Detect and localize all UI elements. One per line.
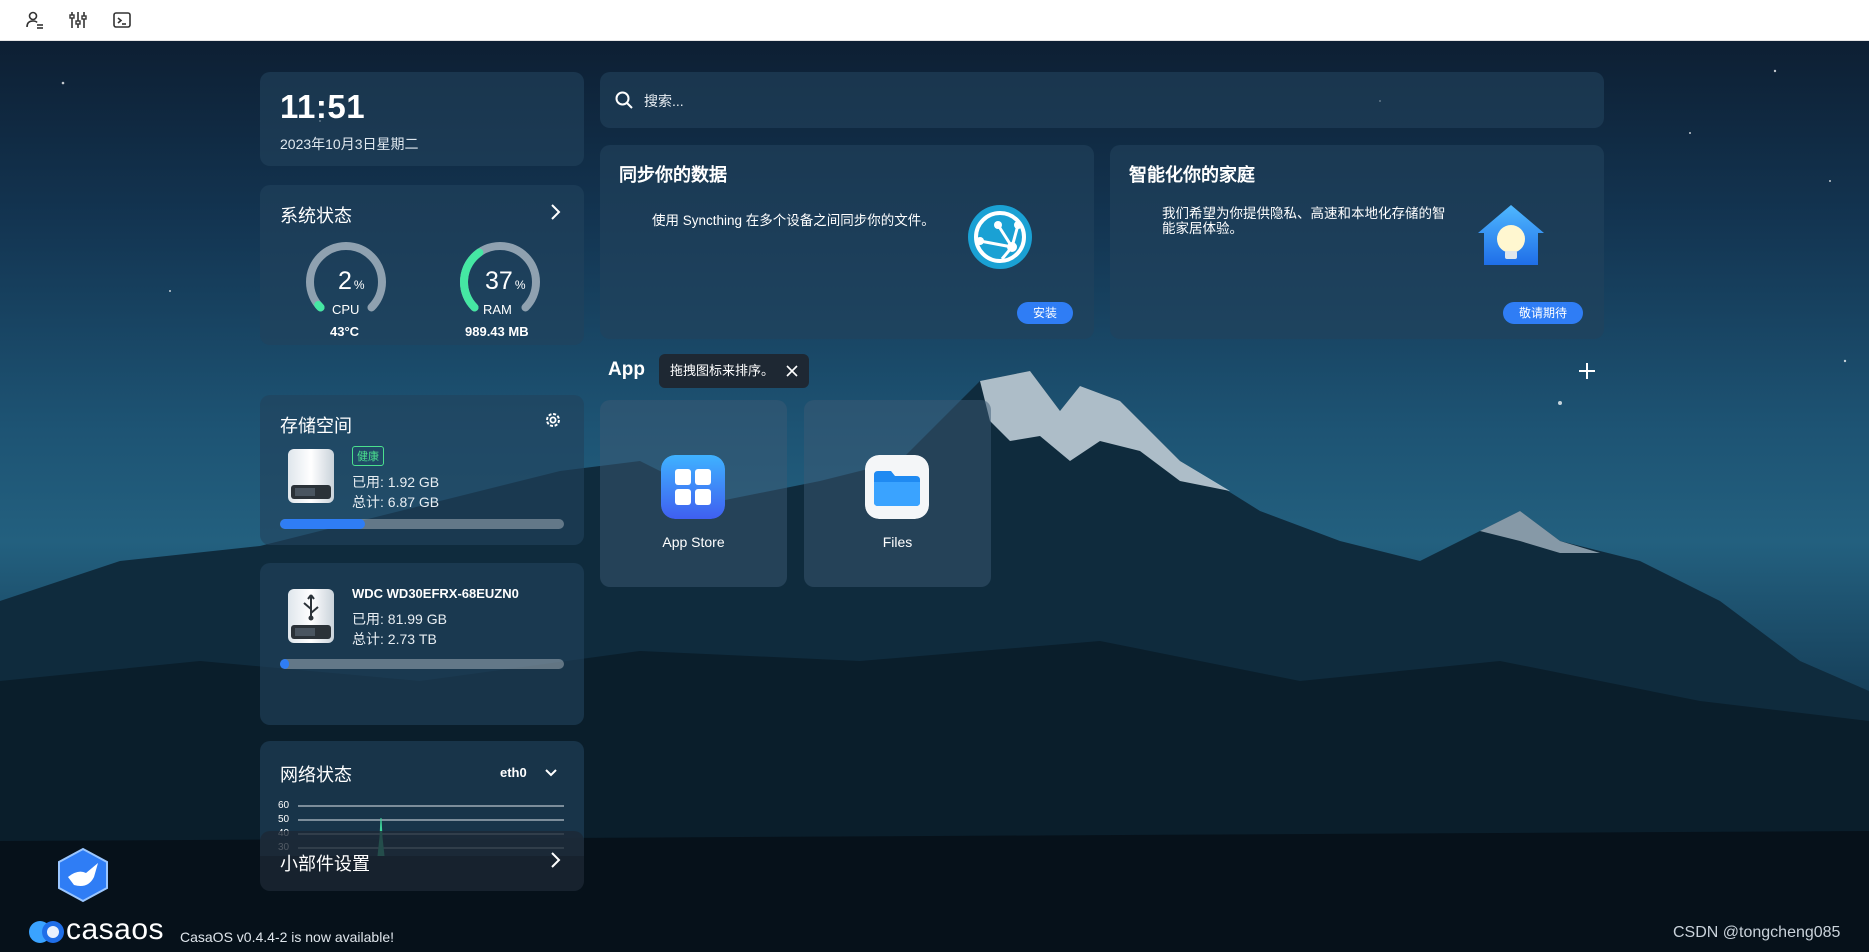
hard-drive-icon [288,449,334,503]
smart-home-desc-line: 能家居体验。 [1162,221,1243,236]
smart-home-desc-line: 我们希望为你提供隐私、高速和本地化存储的智 [1162,206,1446,221]
app-name: App Store [662,534,725,550]
smart-home-card-title: 智能化你的家庭 [1129,165,1255,185]
syncthing-icon [968,205,1032,269]
system-status-widget: 系统状态 2% CPU 43°C 37% RAM 989.43 MB [260,185,584,345]
storage-usage-bar [280,519,564,529]
interface-label: eth0 [500,765,527,780]
storage-total: 总计: 6.87 GB [352,494,440,510]
widget-settings-label: 小部件设置 [280,854,370,874]
close-icon[interactable] [786,365,798,377]
app-tile-files[interactable]: Files [804,400,991,587]
usb-disk-used: 已用: 81.99 GB [352,611,447,627]
cpu-value: 2% [338,267,365,295]
chevron-right-icon [551,852,561,868]
chevron-down-icon [545,769,557,777]
storage-title: 存储空间 [280,416,352,436]
usb-disk-total: 总计: 2.73 TB [352,631,437,647]
cpu-label: CPU [332,302,360,317]
bird-logo-icon[interactable] [56,847,110,903]
network-title: 网络状态 [280,765,352,785]
search-icon [615,91,633,109]
sync-card-title: 同步你的数据 [619,165,727,185]
search-bar [600,72,1604,128]
widget-settings-button[interactable]: 小部件设置 [260,831,584,891]
sync-card: 同步你的数据 使用 Syncthing 在多个设备之间同步你的文件。 安装 [600,145,1094,339]
app-tile-app-store[interactable]: App Store [600,400,787,587]
sort-hint-text: 拖拽图标来排序。 [670,363,775,378]
gear-icon[interactable] [543,410,563,430]
system-status-title: 系统状态 [280,206,352,226]
clock-date: 2023年10月3日星期二 [280,136,419,152]
storage-usage-fill [280,519,366,529]
app-name: Files [882,534,913,550]
usb-disk-usage-bar [280,659,564,669]
usb-disk-name: WDC WD30EFRX-68EUZN0 [352,586,519,601]
health-badge: 健康 [352,446,384,466]
terminal-icon[interactable] [111,9,133,31]
cpu-temperature: 43°C [330,324,360,339]
clock-widget: 11:51 2023年10月3日星期二 [260,72,584,166]
ram-value: 37% [485,267,526,295]
coming-soon-button[interactable]: 敬请期待 [1503,302,1583,324]
smart-home-card-description: 我们希望为你提供隐私、高速和本地化存储的智 能家居体验。 [1162,206,1446,236]
watermark: CSDN @tongcheng085 [1673,924,1841,941]
ram-used: 989.43 MB [465,324,529,339]
add-app-icon[interactable] [1577,361,1597,381]
install-button[interactable]: 安装 [1017,302,1073,324]
search-input[interactable] [642,89,1546,113]
y-tick: 50 [278,814,290,825]
smart-bulb-icon [1478,205,1544,265]
usb-disk-widget: WDC WD30EFRX-68EUZN0 已用: 81.99 GB 总计: 2.… [260,563,584,725]
casaos-logo-text: casaos [66,913,165,946]
y-tick: 60 [278,800,290,811]
storage-widget: 存储空间 健康 已用: 1.92 GB 总计: 6.87 GB [260,395,584,545]
user-settings-icon[interactable] [24,9,46,31]
ram-label: RAM [483,302,512,317]
chevron-right-icon[interactable] [545,202,565,222]
app-store-icon [661,455,725,519]
apps-title: App [608,359,645,380]
casaos-logo-icon [29,921,64,943]
usb-drive-icon [288,589,334,643]
update-notice[interactable]: CasaOS v0.4.4-2 is now available! [180,929,394,945]
clock-time: 11:51 [280,88,366,125]
interface-select[interactable]: eth0 [500,765,557,780]
usb-disk-usage-fill [280,659,289,669]
smart-home-card: 智能化你的家庭 我们希望为你提供隐私、高速和本地化存储的智 能家居体验。 敬请期待 [1110,145,1604,339]
storage-used: 已用: 1.92 GB [352,474,440,490]
sync-card-description: 使用 Syncthing 在多个设备之间同步你的文件。 [652,213,935,228]
desktop: 11:51 2023年10月3日星期二 系统状态 2% CPU 43°C 37%… [0,41,1869,952]
sort-hint-tooltip: 拖拽图标来排序。 [659,354,809,388]
folder-icon [865,455,929,519]
top-toolbar [0,0,1869,41]
sliders-icon[interactable] [67,9,89,31]
